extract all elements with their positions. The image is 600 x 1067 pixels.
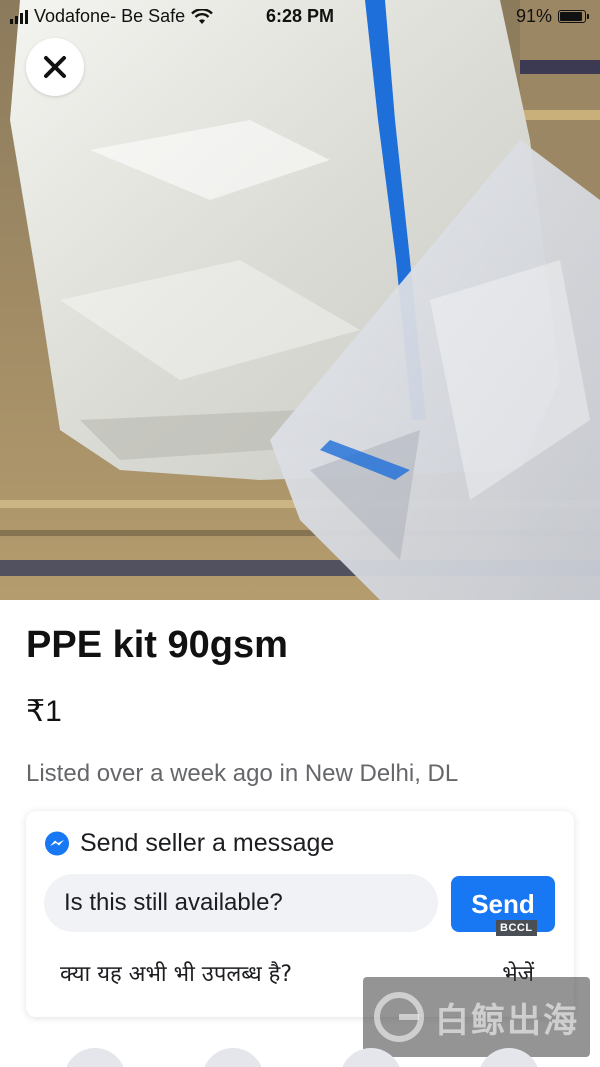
bccl-badge: BCCL <box>496 920 537 936</box>
action-button-3[interactable] <box>340 1048 402 1067</box>
listing-photo[interactable] <box>0 0 600 600</box>
action-button-2[interactable] <box>202 1048 264 1067</box>
battery-fill <box>560 12 582 21</box>
ppe-kit-image <box>0 0 600 600</box>
action-button-4[interactable] <box>478 1048 540 1067</box>
messenger-icon <box>45 831 69 855</box>
battery-percent: 91% <box>515 6 552 26</box>
status-bar: Vodafone- Be Safe 6:28 PM 91% <box>0 0 600 34</box>
status-right: 91% <box>515 6 589 27</box>
close-button[interactable] <box>26 38 84 96</box>
listing-title: PPE kit 90gsm <box>26 624 288 666</box>
watermark: 白鲸出海 <box>363 977 590 1057</box>
listing-meta: Listed over a week ago in New Delhi, DL <box>26 760 459 787</box>
listing-price: ₹1 <box>26 695 62 728</box>
message-input[interactable] <box>44 874 438 932</box>
watermark-text: 白鲸出海 <box>435 1000 579 1041</box>
action-buttons-row <box>0 1048 600 1067</box>
message-header-label: Send seller a message <box>80 829 335 857</box>
clock: 6:28 PM <box>265 6 335 26</box>
translation-question: क्या यह अभी भी उपलब्ध है? <box>60 962 293 987</box>
watermark-logo-icon <box>374 992 424 1042</box>
action-button-1[interactable] <box>64 1048 126 1067</box>
close-icon <box>44 56 66 78</box>
message-header: Send seller a message <box>44 829 334 858</box>
battery-icon <box>558 10 589 23</box>
